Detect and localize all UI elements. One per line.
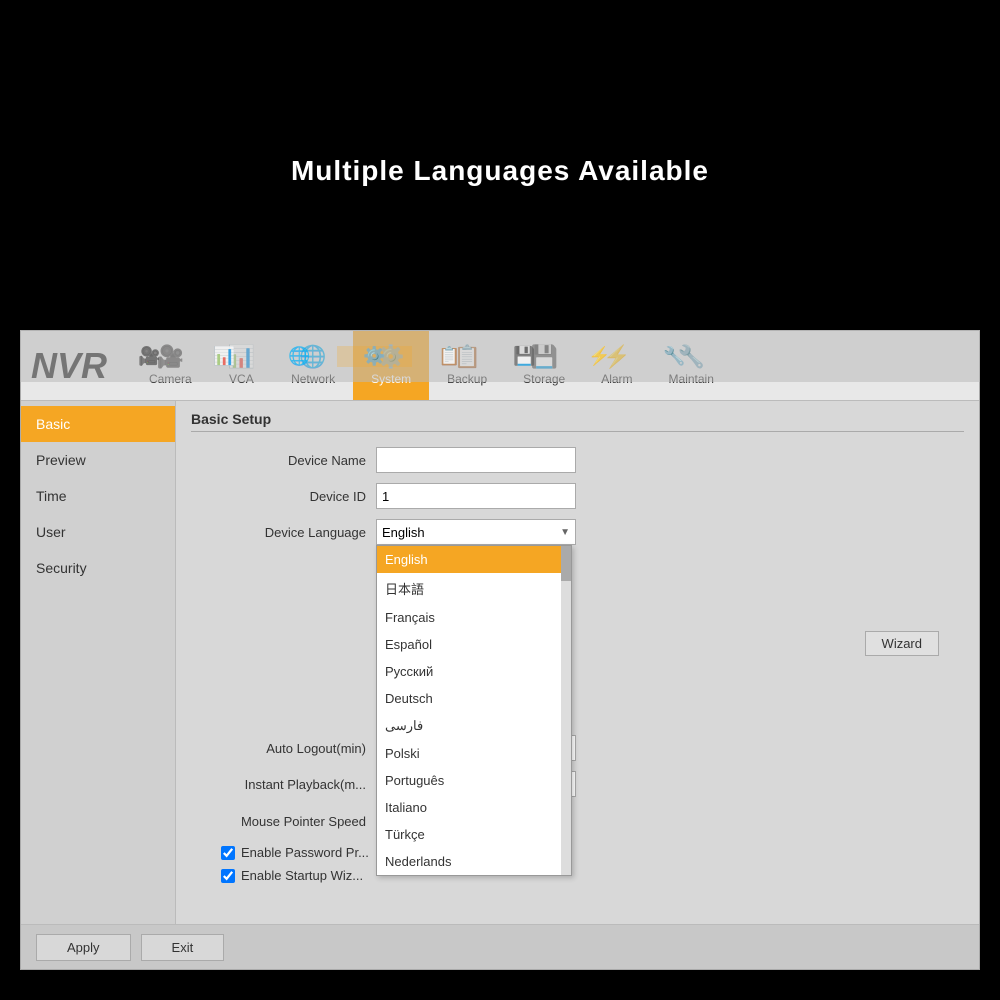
auto-logout-row: Auto Logout(min) bbox=[191, 735, 964, 761]
language-dropdown-menu: English 日本語 Français Español Русский Deu… bbox=[376, 545, 572, 876]
sidebar-item-security[interactable]: Security bbox=[21, 550, 175, 586]
lang-option-spanish[interactable]: Español bbox=[377, 631, 571, 658]
lang-option-japanese[interactable]: 日本語 bbox=[377, 573, 571, 604]
lang-option-dutch[interactable]: Nederlands bbox=[377, 848, 571, 875]
lang-option-portuguese[interactable]: Português bbox=[377, 767, 571, 794]
dropdown-arrow-icon: ▼ bbox=[560, 527, 570, 538]
sidebar-item-preview[interactable]: Preview bbox=[21, 442, 175, 478]
enable-startup-row: Enable Startup Wiz... bbox=[221, 868, 964, 883]
sidebar: Basic Preview Time User Security bbox=[21, 401, 176, 924]
exit-button[interactable]: Exit bbox=[141, 934, 225, 961]
ghost-maintain-icon: 🔧 bbox=[663, 346, 685, 367]
dropdown-scrollbar[interactable] bbox=[561, 546, 571, 875]
ghost-nav-vca: 📊 bbox=[187, 346, 262, 367]
sidebar-item-basic[interactable]: Basic bbox=[21, 406, 175, 442]
ghost-nav-backup: 📋 bbox=[412, 346, 487, 367]
ghost-vca-icon: 📊 bbox=[213, 346, 235, 367]
sidebar-item-time[interactable]: Time bbox=[21, 478, 175, 514]
hero-title: Multiple Languages Available bbox=[0, 155, 1000, 187]
device-id-row: Device ID bbox=[191, 483, 964, 509]
dropdown-scroll-thumb bbox=[561, 546, 571, 581]
apply-button[interactable]: Apply bbox=[36, 934, 131, 961]
enable-password-row: Enable Password Pr... bbox=[221, 845, 964, 860]
lang-option-english[interactable]: English bbox=[377, 546, 571, 573]
nvr-ui-container: NVR 🎥 Camera 📊 VCA 🌐 Network ⚙️ System 📋… bbox=[20, 330, 980, 970]
auto-logout-label: Auto Logout(min) bbox=[191, 741, 376, 756]
mouse-speed-label: Mouse Pointer Speed bbox=[191, 814, 376, 829]
ghost-alarm-icon: ⚡ bbox=[588, 346, 610, 367]
language-select[interactable]: English ▼ bbox=[376, 519, 576, 545]
device-name-row: Device Name bbox=[191, 447, 964, 473]
ghost-nav-network: 🌐 bbox=[262, 346, 337, 367]
lang-option-turkish[interactable]: Türkçe bbox=[377, 821, 571, 848]
lang-option-german[interactable]: Deutsch bbox=[377, 685, 571, 712]
device-id-input[interactable] bbox=[376, 483, 576, 509]
ghost-nav-maintain: 🔧 bbox=[637, 346, 712, 367]
device-language-row: Device Language English ▼ English 日本語 Fr… bbox=[191, 519, 964, 545]
content-area: Basic Setup Device Name Device ID Device… bbox=[176, 401, 979, 924]
ghost-storage-icon: 💾 bbox=[513, 346, 535, 367]
lang-option-polish[interactable]: Polski bbox=[377, 740, 571, 767]
device-language-label: Device Language bbox=[191, 525, 376, 540]
mouse-speed-row: Mouse Pointer Speed | | | | | bbox=[191, 807, 964, 835]
section-title: Basic Setup bbox=[191, 411, 964, 432]
bottom-bar: Apply Exit bbox=[21, 924, 979, 969]
enable-startup-label: Enable Startup Wiz... bbox=[241, 868, 363, 883]
main-content: Basic Preview Time User Security Basic S… bbox=[21, 401, 979, 924]
instant-playback-label: Instant Playback(m... bbox=[191, 777, 376, 792]
lang-option-russian[interactable]: Русский bbox=[377, 658, 571, 685]
enable-password-label: Enable Password Pr... bbox=[241, 845, 369, 860]
ghost-nav-camera: 🎥 bbox=[112, 346, 187, 367]
lang-option-farsi[interactable]: فارسی bbox=[377, 712, 571, 740]
lang-option-italian[interactable]: Italiano bbox=[377, 794, 571, 821]
enable-startup-checkbox[interactable] bbox=[221, 869, 235, 883]
wizard-button[interactable]: Wizard bbox=[865, 631, 939, 656]
ghost-nav-system: ⚙️ bbox=[337, 346, 412, 367]
instant-playback-row: Instant Playback(m... bbox=[191, 771, 964, 797]
ghost-network-icon: 🌐 bbox=[288, 346, 310, 367]
device-name-label: Device Name bbox=[191, 453, 376, 468]
ghost-camera-icon: 🎥 bbox=[138, 346, 160, 367]
language-selected-value: English bbox=[382, 525, 425, 540]
ghost-backup-icon: 📋 bbox=[438, 346, 460, 367]
sidebar-item-user[interactable]: User bbox=[21, 514, 175, 550]
ghost-nav-storage: 💾 bbox=[487, 346, 562, 367]
enable-password-checkbox[interactable] bbox=[221, 846, 235, 860]
language-select-wrapper: English ▼ English 日本語 Français Español Р… bbox=[376, 519, 576, 545]
device-name-input[interactable] bbox=[376, 447, 576, 473]
device-id-label: Device ID bbox=[191, 489, 376, 504]
ghost-nav-alarm: ⚡ bbox=[562, 346, 637, 367]
lang-option-french[interactable]: Français bbox=[377, 604, 571, 631]
ghost-system-icon: ⚙️ bbox=[363, 346, 385, 367]
